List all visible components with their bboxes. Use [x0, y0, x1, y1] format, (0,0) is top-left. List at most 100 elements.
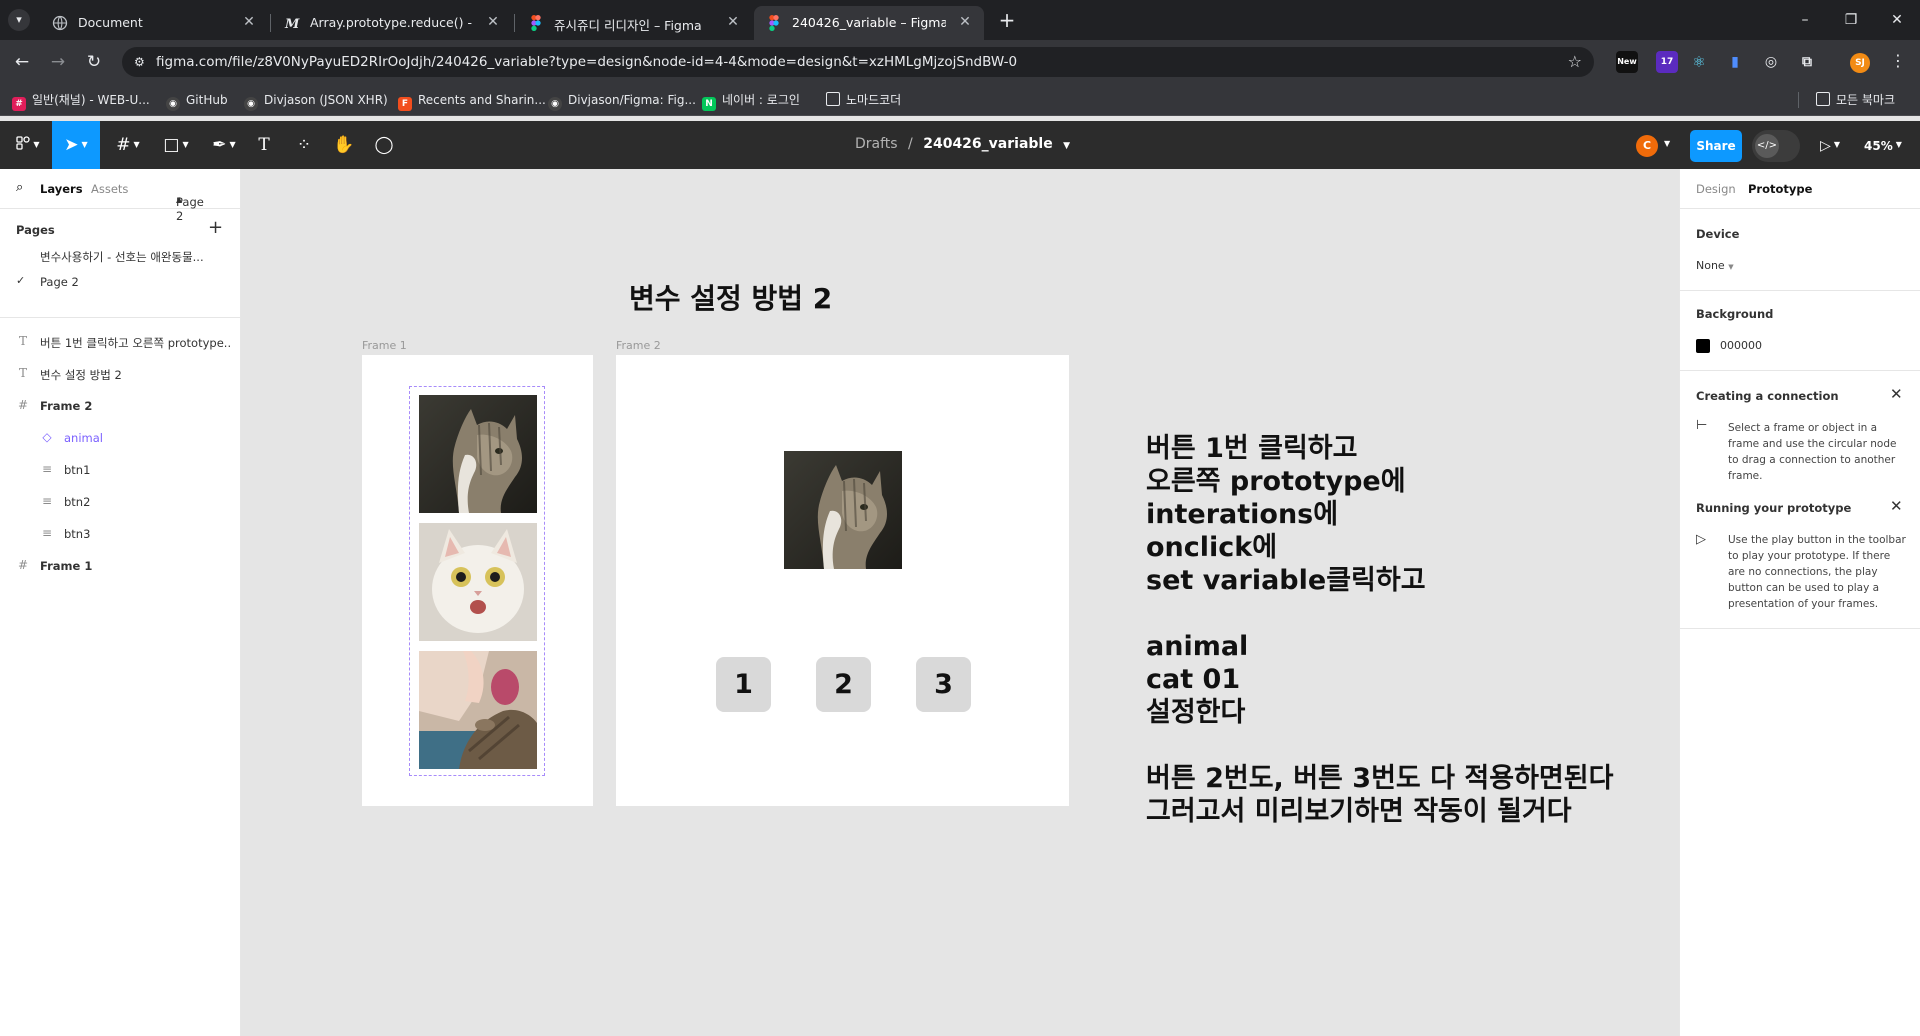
- connection-node-icon: ⊢: [1696, 418, 1708, 433]
- search-icon[interactable]: ⌕: [16, 180, 23, 195]
- frame2-label[interactable]: Frame 2: [616, 339, 661, 352]
- btn3[interactable]: 3: [916, 657, 971, 712]
- auto-layout-icon: ≡: [41, 526, 53, 540]
- background-hex[interactable]: 000000: [1720, 339, 1762, 352]
- chevron-down-icon[interactable]: ▼: [1664, 139, 1670, 148]
- new-tab-plus-icon[interactable]: +: [995, 8, 1019, 32]
- tab-prototype[interactable]: Prototype: [1748, 182, 1812, 196]
- document-extension-icon[interactable]: ▮: [1724, 51, 1746, 73]
- avatar[interactable]: C: [1636, 135, 1658, 157]
- note-line: cat 01: [1146, 664, 1241, 695]
- layer-row[interactable]: ≡ btn1: [0, 454, 240, 486]
- browser-menu-icon[interactable]: ⋮: [1890, 51, 1906, 70]
- move-tool-button[interactable]: ➤ ▼: [52, 121, 100, 169]
- share-button[interactable]: Share: [1690, 130, 1742, 162]
- text-tool-button[interactable]: T: [250, 121, 278, 169]
- cat-profile-image[interactable]: [419, 395, 537, 513]
- extensions-puzzle-icon[interactable]: ⧉: [1796, 51, 1818, 73]
- chevron-down-icon[interactable]: ▼: [1063, 141, 1070, 151]
- cat-paw-image[interactable]: [419, 651, 537, 769]
- site-settings-icon[interactable]: ⚙: [134, 54, 150, 70]
- profile-avatar[interactable]: SJ: [1850, 53, 1870, 73]
- zoom-menu[interactable]: 45% ▼: [1858, 121, 1908, 169]
- layer-name: 변수 설정 방법 2: [40, 368, 122, 382]
- bookmark-star-icon[interactable]: ☆: [1568, 52, 1582, 71]
- cursor-arrow-icon: ➤: [64, 135, 79, 155]
- close-window-icon[interactable]: ✕: [1874, 6, 1920, 34]
- frame-tool-button[interactable]: # ▼: [108, 121, 148, 169]
- rectangle-icon: □: [163, 135, 180, 155]
- bookmark-nomadcoders-folder[interactable]: 노마드코더: [826, 90, 901, 110]
- layer-row[interactable]: # Frame 1: [0, 550, 240, 582]
- browser-tab-document[interactable]: Document ✕: [40, 6, 268, 40]
- figma-menu-icon: [16, 136, 31, 150]
- layer-row[interactable]: T 버튼 1번 클릭하고 오른쪽 prototype...: [0, 326, 240, 358]
- all-bookmarks-folder[interactable]: 모든 북마크: [1816, 90, 1895, 110]
- minimize-icon[interactable]: –: [1782, 6, 1828, 34]
- resources-tool-button[interactable]: ⁘: [290, 121, 318, 169]
- close-icon[interactable]: ✕: [1890, 385, 1903, 403]
- file-name[interactable]: 240426_variable: [923, 136, 1053, 152]
- close-tab-icon[interactable]: ✕: [484, 13, 502, 31]
- hand-tool-button[interactable]: ✋: [330, 121, 358, 169]
- browser-tab-mdn[interactable]: M Array.prototype.reduce() - Java ✕: [272, 6, 512, 40]
- bookmark-divjason-figma[interactable]: ◉ Divjason/Figma: Fig...: [548, 90, 696, 111]
- target-extension-icon[interactable]: ◎: [1760, 51, 1782, 73]
- back-arrow-icon[interactable]: ←: [10, 50, 34, 74]
- cat-surprised-image[interactable]: [419, 523, 537, 641]
- tab-search-chevron-icon[interactable]: ▾: [8, 9, 30, 31]
- add-page-plus-icon[interactable]: +: [208, 217, 223, 238]
- shape-tool-button[interactable]: □ ▼: [156, 121, 196, 169]
- frame1-label[interactable]: Frame 1: [362, 339, 407, 352]
- close-icon[interactable]: ✕: [1890, 497, 1903, 515]
- btn2[interactable]: 2: [816, 657, 871, 712]
- layer-row[interactable]: ≡ btn2: [0, 486, 240, 518]
- bookmark-figma-recents[interactable]: F Recents and Sharin...: [398, 90, 546, 111]
- browser-tab-figma-variable[interactable]: 240426_variable – Figma ✕: [754, 6, 984, 40]
- close-tab-icon[interactable]: ✕: [240, 13, 258, 31]
- animal-instance-image[interactable]: [784, 451, 902, 569]
- breadcrumb-drafts[interactable]: Drafts: [855, 136, 898, 152]
- pen-tool-button[interactable]: ✒ ▼: [204, 121, 244, 169]
- layer-row[interactable]: T 변수 설정 방법 2: [0, 358, 240, 390]
- folder-icon: [1816, 92, 1830, 106]
- btn1[interactable]: 1: [716, 657, 771, 712]
- extension-badge-icon[interactable]: 17: [1656, 51, 1678, 73]
- bookmark-divjason-json[interactable]: ◉ Divjason (JSON XHR): [244, 90, 388, 111]
- bookmark-naver[interactable]: N 네이버 : 로그인: [702, 90, 800, 111]
- layer-row[interactable]: ◇ animal: [0, 422, 240, 454]
- address-bar[interactable]: ⚙ figma.com/file/z8V0NyPayuED2RIrOoJdjh/…: [122, 47, 1594, 77]
- bookmark-slack[interactable]: # 일반(채널) - WEB-U...: [12, 90, 150, 111]
- layer-row[interactable]: # Frame 2: [0, 390, 240, 422]
- extension-new-icon[interactable]: New: [1616, 51, 1638, 73]
- reload-icon[interactable]: ↻: [82, 50, 106, 74]
- present-button[interactable]: ▷ ▼: [1812, 121, 1848, 169]
- frame-1[interactable]: [362, 355, 593, 806]
- layer-row[interactable]: ≡ btn3: [0, 518, 240, 550]
- tab-design[interactable]: Design: [1696, 182, 1736, 196]
- page-item-current[interactable]: ✓ Page 2: [0, 269, 240, 295]
- close-tab-icon[interactable]: ✕: [724, 13, 742, 31]
- canvas-heading-text[interactable]: 변수 설정 방법 2: [629, 277, 832, 317]
- main-menu-button[interactable]: ▼: [8, 121, 48, 169]
- browser-tab-figma-redesign[interactable]: 쥬시쥬디 리디자인 – Figma ✕: [516, 6, 752, 40]
- design-canvas[interactable]: 변수 설정 방법 2 Frame 1 Frame 2 1 2 3 버튼 1번 클…: [241, 169, 1906, 1036]
- restore-icon[interactable]: ❐: [1828, 6, 1874, 34]
- left-panel-tabs: ⌕ Layers Assets Page 2 ▲: [0, 169, 240, 223]
- close-tab-icon[interactable]: ✕: [956, 13, 974, 31]
- tab-layers[interactable]: Layers: [40, 182, 83, 196]
- url-text[interactable]: figma.com/file/z8V0NyPayuED2RIrOoJdjh/24…: [156, 54, 1017, 70]
- react-devtools-icon[interactable]: ⚛: [1688, 51, 1710, 73]
- tab-assets[interactable]: Assets: [91, 182, 128, 196]
- device-select[interactable]: None ▼: [1696, 259, 1734, 272]
- frame-2[interactable]: [616, 355, 1069, 806]
- comment-tool-button[interactable]: ◯: [370, 121, 398, 169]
- forward-arrow-icon[interactable]: →: [46, 50, 70, 74]
- mdn-icon: M: [284, 17, 300, 31]
- dev-mode-toggle[interactable]: </>: [1752, 130, 1800, 162]
- instruction-note-text[interactable]: 버튼 1번 클릭하고 오른쪽 prototype에 interations에 o…: [1146, 432, 1613, 828]
- background-color-swatch[interactable]: [1696, 339, 1710, 353]
- bookmark-github[interactable]: ◉ GitHub: [166, 90, 228, 111]
- animal-component-variants[interactable]: [409, 386, 545, 776]
- page-item[interactable]: 변수사용하기 - 선호는 애완동물...: [0, 243, 240, 269]
